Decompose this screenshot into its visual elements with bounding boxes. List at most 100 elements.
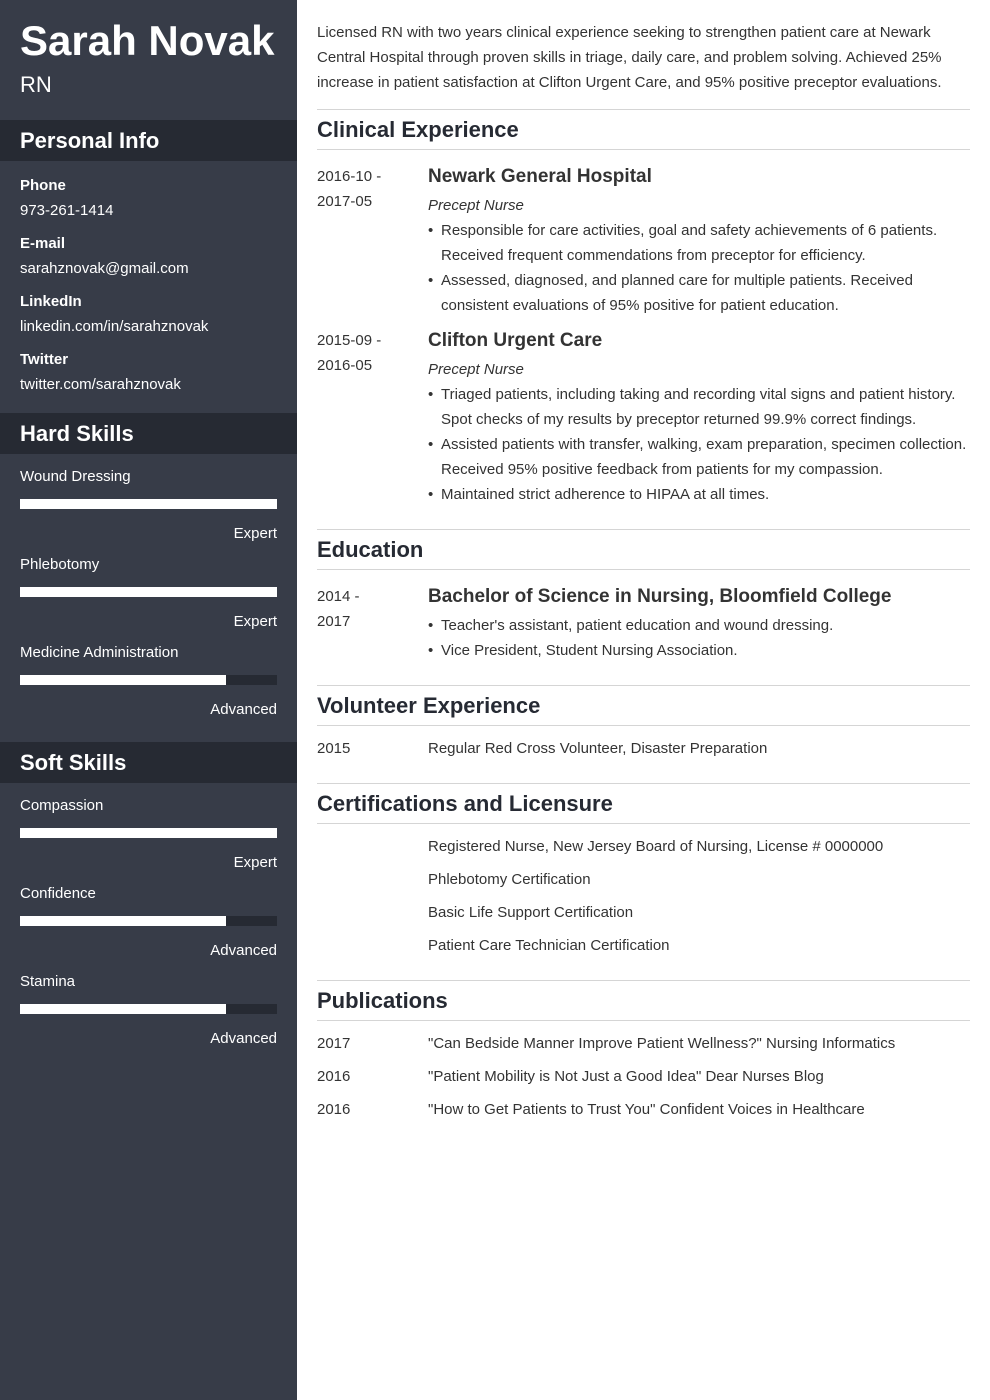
- section-experience: Clinical Experience 2016-10 - 2017-05 Ne…: [317, 109, 970, 529]
- skill-item: Stamina Advanced: [20, 969, 277, 1051]
- contact-value: sarahznovak@gmail.com: [20, 260, 189, 277]
- education-item: 2014 - 2017 Bachelor of Science in Nursi…: [317, 584, 970, 663]
- skill-bar-fill: [20, 1004, 226, 1014]
- date-range: 2015-09 - 2016-05: [317, 328, 428, 507]
- date: 2015: [317, 740, 351, 757]
- candidate-name: Sarah Novak: [20, 17, 275, 64]
- date: 2016: [317, 1101, 351, 1118]
- certification-text: Basic Life Support Certification: [428, 904, 634, 921]
- date-end: 2016-05: [317, 357, 373, 374]
- candidate-title: RN: [20, 72, 52, 97]
- date-start: 2016-10 -: [317, 168, 382, 185]
- skill-level: Advanced: [210, 1030, 277, 1047]
- skill-level: Advanced: [210, 701, 277, 718]
- skill-name: Confidence: [20, 885, 96, 902]
- skill-level: Expert: [233, 613, 277, 630]
- skill-name: Phlebotomy: [20, 556, 100, 573]
- organization: Newark General Hospital: [428, 166, 652, 187]
- experience-item: 2016-10 - 2017-05 Newark General Hospita…: [317, 164, 970, 318]
- soft-skills: Compassion Expert Confidence Advanced St…: [0, 783, 297, 1071]
- skill-level: Expert: [233, 854, 277, 871]
- contact-label: Twitter: [20, 351, 69, 368]
- publication-text: "Patient Mobility is Not Just a Good Ide…: [428, 1068, 824, 1085]
- main-content: Licensed RN with two years clinical expe…: [317, 0, 970, 1144]
- skill-name: Medicine Administration: [20, 644, 179, 661]
- skill-bar-fill: [20, 499, 277, 509]
- role: Precept Nurse: [428, 197, 524, 214]
- bullet-item: Assessed, diagnosed, and planned care fo…: [428, 268, 970, 318]
- skill-bar: [20, 916, 277, 926]
- certification-text: Phlebotomy Certification: [428, 871, 591, 888]
- sidebar: Sarah Novak RN Personal Info Phone 973-2…: [0, 0, 297, 1400]
- contact-email: E-mail sarahznovak@gmail.com: [20, 231, 277, 281]
- personal-info-heading: Personal Info: [0, 120, 297, 161]
- skill-item: Phlebotomy Expert: [20, 552, 277, 634]
- date: [317, 900, 428, 925]
- certification-text: Registered Nurse, New Jersey Board of Nu…: [428, 838, 884, 855]
- publication-text: "Can Bedside Manner Improve Patient Well…: [428, 1035, 896, 1052]
- contact-linkedin: LinkedIn linkedin.com/in/sarahznovak: [20, 289, 277, 339]
- date: [317, 933, 428, 958]
- date-range: 2014 - 2017: [317, 584, 428, 663]
- certification-text: Patient Care Technician Certification: [428, 937, 670, 954]
- section-certifications: Certifications and Licensure Registered …: [317, 783, 970, 980]
- bullet-item: Vice President, Student Nursing Associat…: [428, 638, 970, 663]
- section-title: Clinical Experience: [317, 110, 970, 150]
- skill-bar: [20, 587, 277, 597]
- section-volunteer: Volunteer Experience 2015 Regular Red Cr…: [317, 685, 970, 783]
- skill-name: Stamina: [20, 973, 76, 990]
- contact-label: E-mail: [20, 235, 66, 252]
- date: 2017: [317, 1035, 351, 1052]
- date: 2016: [317, 1068, 351, 1085]
- experience-item: 2015-09 - 2016-05 Clifton Urgent Care Pr…: [317, 328, 970, 507]
- contact-label: LinkedIn: [20, 293, 82, 310]
- date: [317, 867, 428, 892]
- skill-bar-fill: [20, 587, 277, 597]
- contact-value: 973-261-1414: [20, 202, 114, 219]
- skill-bar-fill: [20, 916, 226, 926]
- contact-twitter: Twitter twitter.com/sarahznovak: [20, 347, 277, 397]
- date-range: 2016-10 - 2017-05: [317, 164, 428, 318]
- section-education: Education 2014 - 2017 Bachelor of Scienc…: [317, 529, 970, 685]
- contact-phone: Phone 973-261-1414: [20, 173, 277, 223]
- certification-item: Patient Care Technician Certification: [317, 933, 970, 958]
- section-publications: Publications 2017 "Can Bedside Manner Im…: [317, 980, 970, 1144]
- skill-bar: [20, 1004, 277, 1014]
- skill-level: Advanced: [210, 942, 277, 959]
- skill-item: Wound Dressing Expert: [20, 464, 277, 546]
- role: Precept Nurse: [428, 361, 524, 378]
- section-title: Publications: [317, 981, 970, 1021]
- bullet-item: Teacher's assistant, patient education a…: [428, 613, 970, 638]
- skill-item: Confidence Advanced: [20, 881, 277, 963]
- hard-skills-heading: Hard Skills: [0, 413, 297, 454]
- certification-item: Basic Life Support Certification: [317, 900, 970, 925]
- publication-item: 2016 "How to Get Patients to Trust You" …: [317, 1097, 970, 1122]
- personal-info: Phone 973-261-1414 E-mail sarahznovak@gm…: [0, 161, 297, 413]
- certification-item: Phlebotomy Certification: [317, 867, 970, 892]
- contact-value: twitter.com/sarahznovak: [20, 376, 181, 393]
- contact-label: Phone: [20, 177, 66, 194]
- skill-name: Wound Dressing: [20, 468, 131, 485]
- date-start: 2014 -: [317, 588, 360, 605]
- organization: Clifton Urgent Care: [428, 330, 603, 351]
- skill-item: Compassion Expert: [20, 793, 277, 875]
- bullet-item: Triaged patients, including taking and r…: [428, 382, 970, 432]
- contact-value: linkedin.com/in/sarahznovak: [20, 318, 209, 335]
- publication-text: "How to Get Patients to Trust You" Confi…: [428, 1101, 865, 1118]
- section-title: Volunteer Experience: [317, 686, 970, 726]
- skill-bar-fill: [20, 675, 226, 685]
- bullet-item: Responsible for care activities, goal an…: [428, 218, 970, 268]
- skill-level: Expert: [233, 525, 277, 542]
- soft-skills-heading: Soft Skills: [0, 742, 297, 783]
- hard-skills: Wound Dressing Expert Phlebotomy Expert …: [0, 454, 297, 742]
- date-end: 2017: [317, 613, 351, 630]
- summary: Licensed RN with two years clinical expe…: [317, 24, 942, 91]
- date-start: 2015-09 -: [317, 332, 382, 349]
- date-end: 2017-05: [317, 193, 373, 210]
- skill-item: Medicine Administration Advanced: [20, 640, 277, 722]
- publication-item: 2017 "Can Bedside Manner Improve Patient…: [317, 1031, 970, 1056]
- skill-bar: [20, 675, 277, 685]
- skill-bar-fill: [20, 828, 277, 838]
- date: [317, 834, 428, 859]
- publication-item: 2016 "Patient Mobility is Not Just a Goo…: [317, 1064, 970, 1089]
